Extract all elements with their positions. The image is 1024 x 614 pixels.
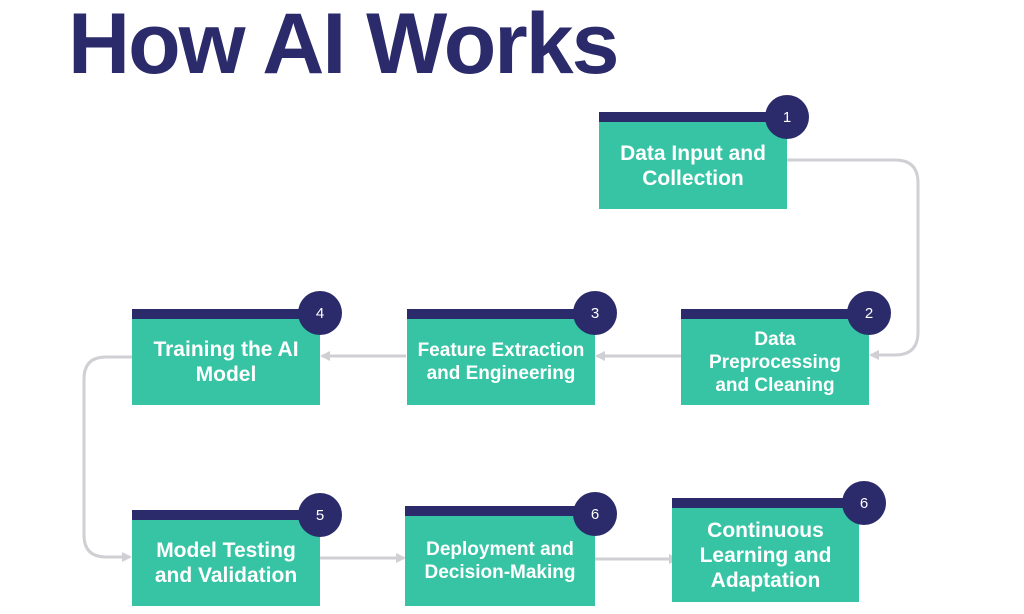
step-box-7: Continuous Learning and Adaptation: [672, 498, 859, 602]
step-box-3: Feature Extraction and Engineering: [407, 309, 595, 405]
step-label: Feature Extraction and Engineering: [417, 340, 585, 384]
step-number-badge: 4: [298, 291, 342, 335]
step-number-badge: 6: [842, 481, 886, 525]
step-box-5: Model Testing and Validation: [132, 510, 320, 606]
step-label: Continuous Learning and Adaptation: [699, 518, 832, 592]
step-number-badge: 6: [573, 492, 617, 536]
step-box-6: Deployment and Decision-Making: [405, 506, 595, 606]
step-box-2: Data Preprocessing and Cleaning: [681, 309, 869, 405]
step-box-1: Data Input and Collection: [599, 112, 787, 209]
connector-4-to-5: [82, 355, 132, 562]
step-label: Training the AI Model: [153, 338, 299, 386]
step-box-4: Training the AI Model: [132, 309, 320, 405]
step-label: Deployment and Decision-Making: [424, 539, 576, 583]
step-number-badge: 5: [298, 493, 342, 537]
step-number-badge: 2: [847, 291, 891, 335]
step-label: Model Testing and Validation: [154, 539, 298, 587]
step-label: Data Preprocessing and Cleaning: [709, 328, 841, 396]
step-number-badge: 3: [573, 291, 617, 335]
step-label: Data Input and Collection: [620, 141, 766, 190]
step-number-badge: 1: [765, 95, 809, 139]
